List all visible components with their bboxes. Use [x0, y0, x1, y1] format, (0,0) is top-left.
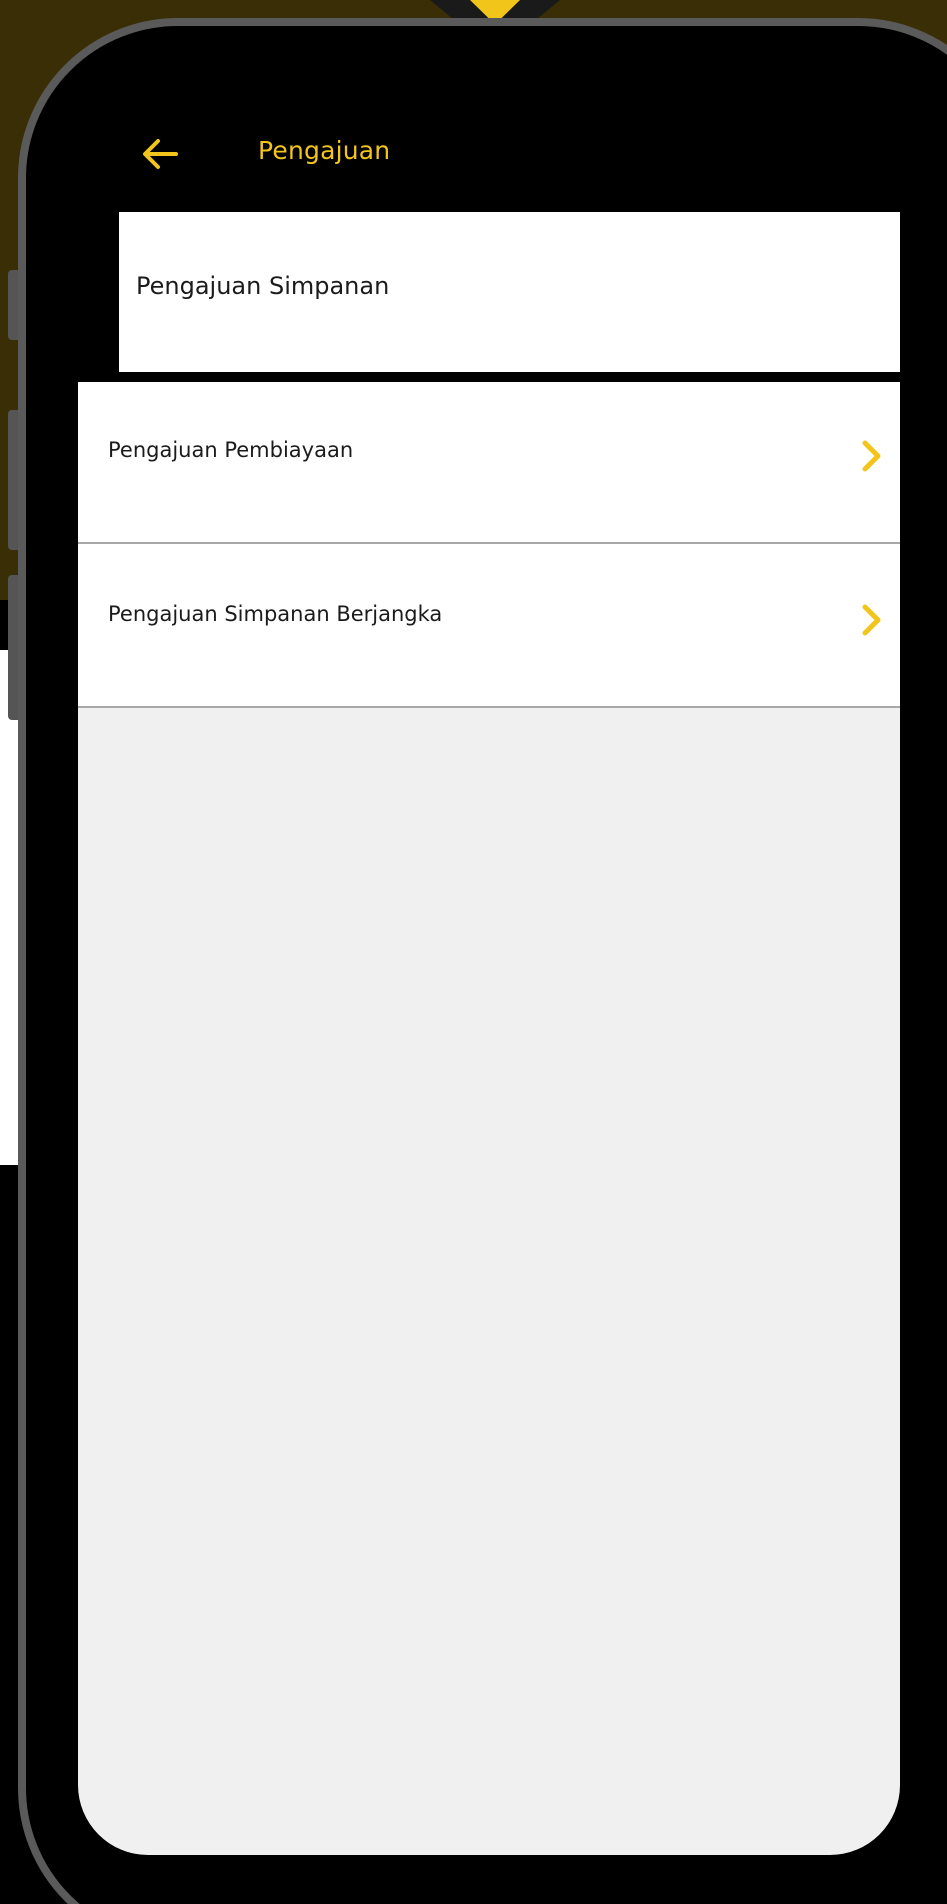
back-button[interactable] [138, 132, 182, 176]
app-screen: Pengajuan Pengajuan Simpanan Pengajuan P… [78, 100, 900, 1855]
menu-item-pengajuan-pembiayaan[interactable]: Pengajuan Pembiayaan [78, 382, 900, 544]
stage: Pengajuan Pengajuan Simpanan Pengajuan P… [0, 0, 947, 1904]
menu-item-pengajuan-simpanan[interactable]: Pengajuan Simpanan [78, 212, 900, 382]
menu-item-label: Pengajuan Simpanan [136, 272, 390, 300]
menu-item-pengajuan-simpanan-berjangka[interactable]: Pengajuan Simpanan Berjangka [78, 544, 900, 708]
app-bar: Pengajuan [78, 100, 900, 212]
page-title: Pengajuan [258, 136, 391, 165]
chevron-right-icon [862, 604, 881, 636]
arrow-left-icon [143, 139, 178, 169]
menu-item-label: Pengajuan Pembiayaan [108, 438, 354, 462]
menu-list: Pengajuan Simpanan Pengajuan Pembiayaan … [78, 212, 900, 708]
menu-item-label: Pengajuan Simpanan Berjangka [108, 602, 443, 626]
chevron-right-icon [862, 440, 881, 472]
